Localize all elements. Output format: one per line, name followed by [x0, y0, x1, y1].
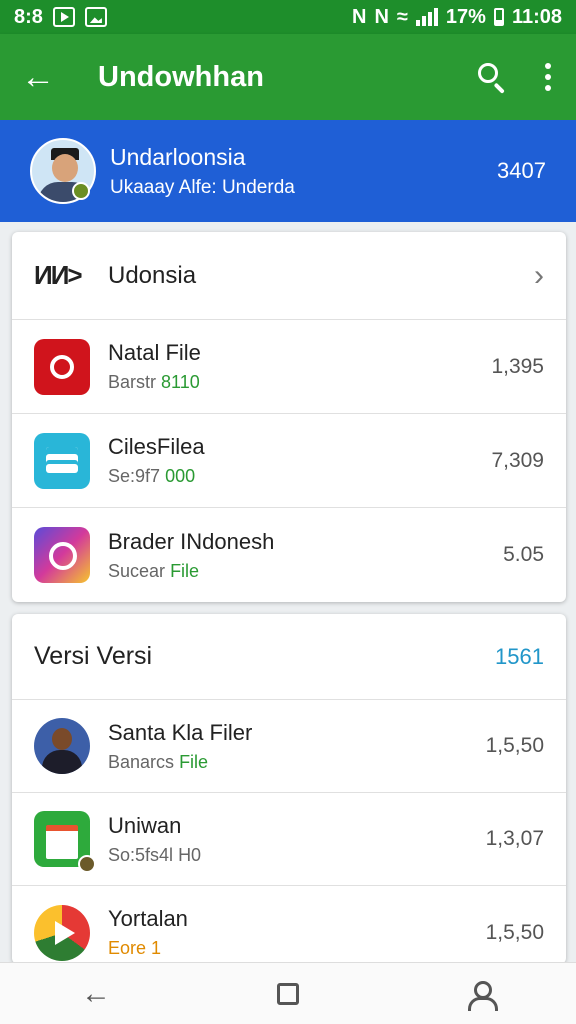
- list-item[interactable]: Uniwan So:5fs4l H0 1,3,07: [12, 793, 566, 886]
- system-nav-bar: ←: [0, 962, 576, 1024]
- item-value: 1,5,50: [485, 920, 544, 944]
- avatar-badge-icon: [72, 182, 90, 200]
- search-icon[interactable]: [472, 57, 512, 97]
- signal-icon: [415, 8, 438, 26]
- item-value: 1,3,07: [485, 827, 544, 850]
- app-badge-icon: [78, 855, 96, 873]
- item-value: 1,395: [491, 354, 544, 378]
- profile-name: Undarloonsia: [110, 143, 246, 170]
- item-value: 1,5,50: [485, 734, 544, 757]
- battery-icon: [493, 8, 504, 26]
- list-item[interactable]: Yortalan Eore 1 1,5,50: [12, 886, 566, 964]
- item-subtitle: Eore 1: [108, 938, 162, 958]
- item-title: Santa Kla Filer: [108, 719, 253, 745]
- play-app-icon: [34, 904, 90, 961]
- item-subtitle: Banarcs File: [108, 751, 209, 772]
- camera-app-icon: [34, 527, 90, 583]
- document-app-icon: [34, 432, 90, 489]
- play-notification-icon: [52, 7, 75, 27]
- card-header-udonsia[interactable]: ИИ> Udonsia ›: [12, 232, 566, 320]
- item-subtitle: So:5fs4l H0: [108, 844, 202, 865]
- section-title: Versi Versi: [34, 642, 153, 670]
- item-subtitle: Sucear File: [108, 560, 200, 581]
- battery-percent: 17%: [445, 5, 486, 28]
- status-clock: 11:08: [511, 5, 562, 28]
- nfc-icon-2: N: [374, 5, 389, 28]
- app-bar: ← Undowhhan: [0, 34, 576, 120]
- section-header-versi[interactable]: Versi Versi 1561: [12, 614, 566, 700]
- person-avatar-icon: [34, 718, 90, 774]
- section-count: 1561: [495, 643, 544, 669]
- item-title: Uniwan: [108, 812, 182, 838]
- nav-account-icon[interactable]: [450, 969, 510, 1019]
- item-value: 7,309: [491, 448, 544, 472]
- profile-banner[interactable]: Undarloonsia Ukaaay Alfe: Underda 3407: [0, 120, 576, 222]
- list-item[interactable]: Brader INdonesh Sucear File 5.05: [12, 508, 566, 602]
- wifi-icon: ≈: [396, 5, 408, 28]
- item-subtitle: Barstr 8110: [108, 372, 200, 392]
- card-header-label: Udonsia: [108, 261, 197, 289]
- nfc-icon: N: [352, 5, 367, 28]
- item-title: Natal File: [108, 340, 201, 365]
- arrow-left-icon[interactable]: ←: [18, 57, 58, 97]
- list-item[interactable]: CilesFilea Se:9f7 000 7,309: [12, 414, 566, 508]
- chevron-right-icon: ›: [534, 258, 544, 292]
- item-value: 5.05: [503, 543, 544, 566]
- more-vert-icon[interactable]: [538, 57, 558, 97]
- nav-home-icon[interactable]: [258, 969, 318, 1019]
- nav-back-icon[interactable]: ←: [66, 969, 126, 1019]
- brand-logo-icon: ИИ>: [34, 260, 83, 290]
- status-time: 8:8: [14, 5, 43, 28]
- versi-card: Versi Versi 1561 Santa Kla Filer Banarcs…: [12, 614, 566, 964]
- list-item[interactable]: Natal File Barstr 8110 1,395: [12, 320, 566, 414]
- page-title: Undowhhan: [98, 60, 264, 93]
- list-item[interactable]: Santa Kla Filer Banarcs File 1,5,50: [12, 700, 566, 793]
- calendar-app-icon: [34, 811, 96, 873]
- item-title: Yortalan: [108, 906, 188, 931]
- red-circle-app-icon: [34, 338, 90, 395]
- item-title: CilesFilea: [108, 434, 205, 459]
- image-notification-icon: [84, 7, 107, 27]
- item-subtitle: Se:9f7 000: [108, 466, 196, 486]
- profile-subtitle: Ukaaay Alfe: Underda: [110, 176, 295, 198]
- app-list-card: ИИ> Udonsia › Natal File Barstr 8110 1,3…: [12, 232, 566, 602]
- profile-count: 3407: [497, 158, 546, 183]
- item-title: Brader INdonesh: [108, 528, 275, 554]
- status-bar: 8:8 N N ≈ 17% 11:08: [0, 0, 576, 34]
